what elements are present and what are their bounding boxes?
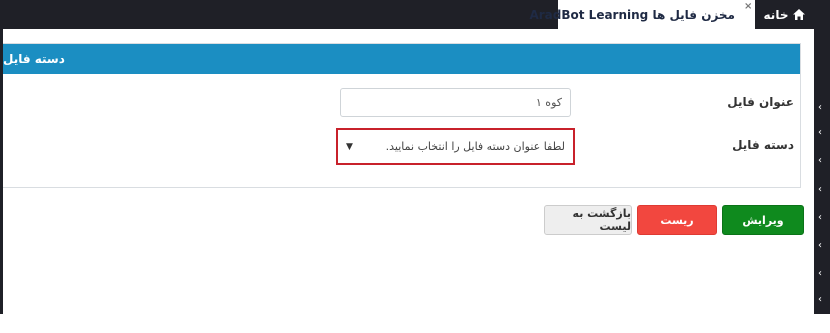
tab-file-repository[interactable]: مخزن فایل ها AradBot Learning ×: [529, 0, 755, 29]
chevron-left-icon[interactable]: ‹: [818, 295, 822, 305]
reset-button[interactable]: ریست: [637, 205, 717, 235]
file-title-label: عنوان فایل: [727, 95, 794, 109]
file-category-select[interactable]: لطفا عنوان دسته فایل را انتخاب نمایید. ▼: [336, 128, 575, 165]
close-icon[interactable]: ×: [744, 2, 752, 12]
home-icon: [793, 9, 806, 20]
chevron-left-icon[interactable]: ‹: [818, 241, 822, 251]
chevron-left-icon[interactable]: ‹: [818, 128, 822, 138]
chevron-left-icon[interactable]: ‹: [818, 323, 822, 333]
edit-button[interactable]: ویرایش: [722, 205, 804, 235]
back-to-list-button[interactable]: بازگشت به لیست: [544, 205, 632, 235]
chevron-left-icon[interactable]: ‹: [818, 213, 822, 223]
right-sidebar: ‹ ‹ ‹ ‹ ‹ ‹ ‹ ‹ ‹: [814, 29, 830, 333]
chevron-left-icon[interactable]: ‹: [818, 185, 822, 195]
tab-file-repository-label: مخزن فایل ها AradBot Learning: [529, 7, 735, 22]
chevron-left-icon[interactable]: ‹: [818, 103, 822, 113]
tab-home[interactable]: خانه: [756, 0, 814, 29]
file-title-input[interactable]: [340, 88, 571, 117]
chevron-left-icon[interactable]: ‹: [818, 156, 822, 166]
file-category-placeholder: لطفا عنوان دسته فایل را انتخاب نمایید.: [385, 140, 565, 153]
panel-title: دسته فایل: [3, 44, 800, 74]
chevron-left-icon[interactable]: ‹: [818, 269, 822, 279]
file-category-select-inner: لطفا عنوان دسته فایل را انتخاب نمایید. ▼: [340, 132, 571, 161]
tab-home-label: خانه: [763, 7, 789, 22]
file-category-label: دسته فایل: [732, 138, 794, 152]
caret-down-icon: ▼: [346, 141, 353, 152]
